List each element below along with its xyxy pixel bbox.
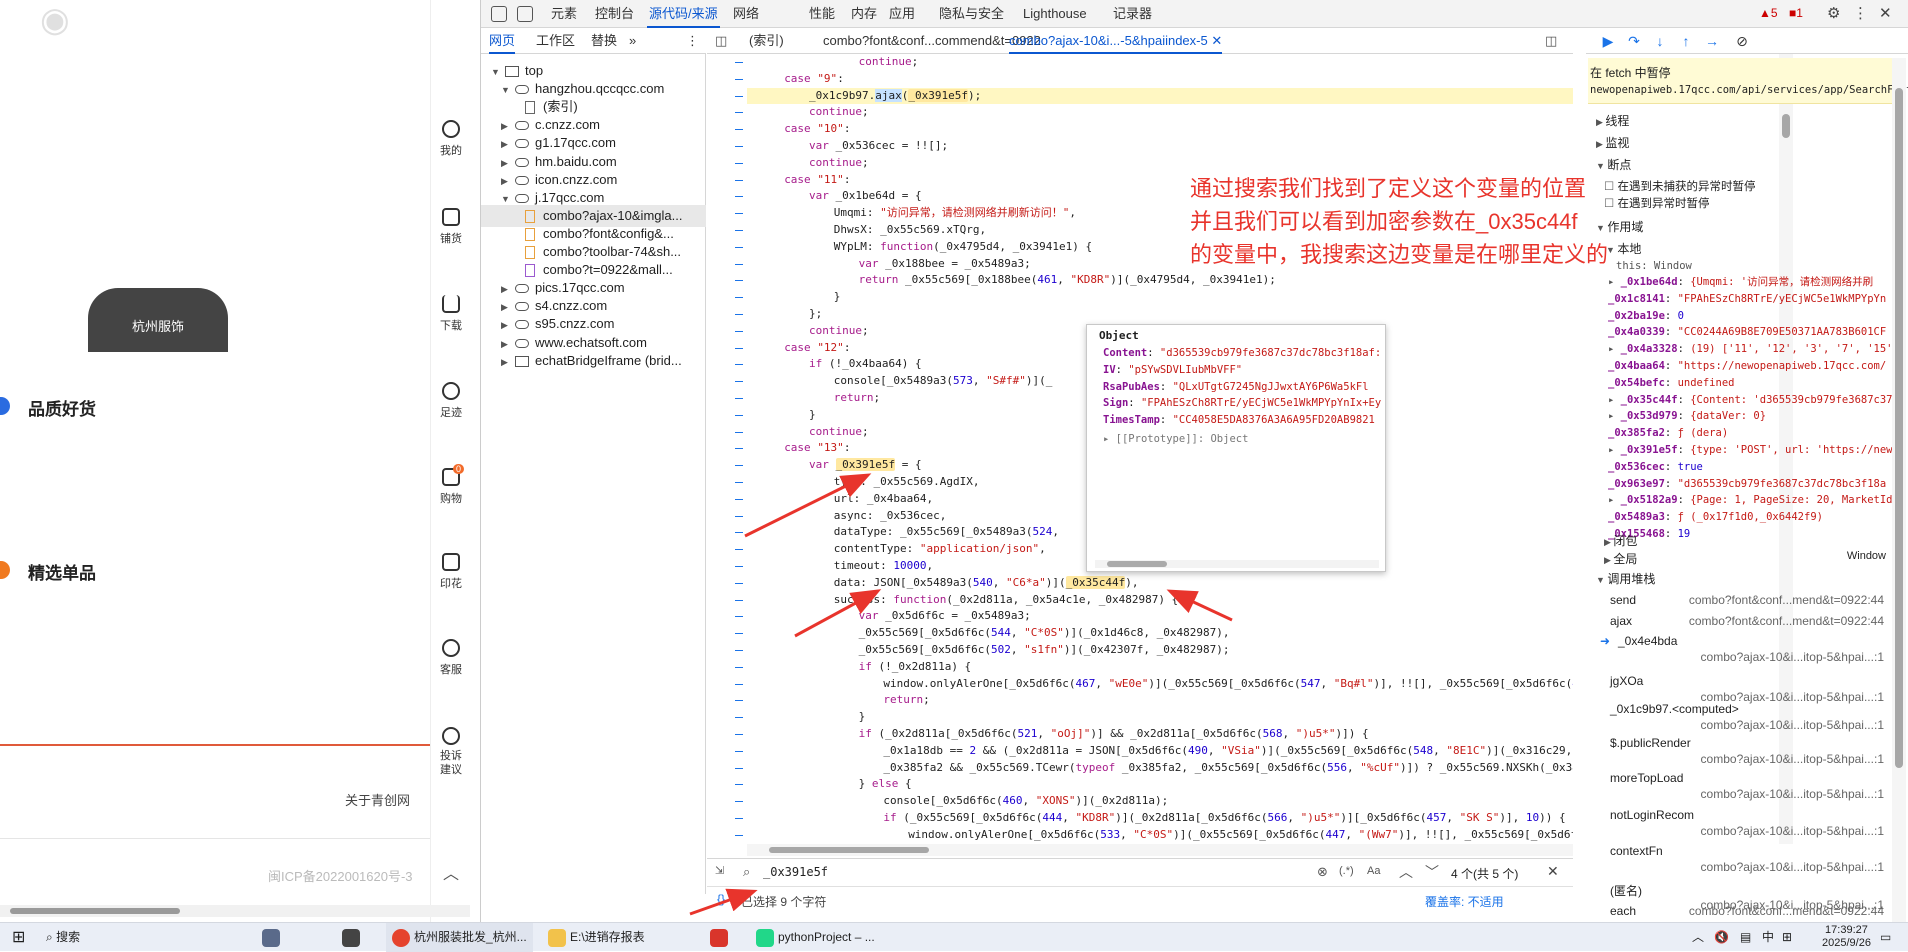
volume-icon[interactable]: 🔇	[1714, 923, 1729, 952]
taskbar-folder[interactable]: E:\进销存报表	[548, 923, 645, 952]
taskbar-search[interactable]: ⌕ 搜索	[46, 923, 80, 952]
tray-expand-icon[interactable]: ︿	[1692, 923, 1704, 952]
calculator-icon[interactable]	[342, 923, 364, 952]
bird-widget-icon[interactable]	[262, 923, 284, 952]
taskbar-chrome-label: 杭州服装批发_杭州...	[414, 930, 527, 944]
arrow	[794, 589, 882, 638]
network-icon[interactable]: ▤	[1740, 923, 1751, 952]
arrow	[689, 888, 758, 916]
annotation-arrows	[689, 473, 1233, 916]
chrome-icon	[392, 928, 410, 947]
grid-icon[interactable]: ⊞	[1782, 923, 1792, 952]
taskbar-search-label: 搜索	[56, 930, 81, 944]
arrow	[1166, 589, 1233, 622]
pycharm-icon	[756, 928, 774, 947]
search-icon: ⌕	[46, 930, 53, 944]
windows-start-icon[interactable]: ⊞	[12, 923, 25, 952]
taskbar: ⊞ ⌕ 搜索 杭州服装批发_杭州... E:\进销存报表 pythonProje…	[0, 922, 1908, 952]
notification-icon[interactable]: ▭	[1880, 923, 1891, 952]
clock-date: 2025/9/26	[1822, 937, 1871, 949]
clock-time: 17:39:27	[1825, 924, 1868, 936]
clock[interactable]: 17:39:27 2025/9/26	[1822, 924, 1871, 950]
taskbar-chrome[interactable]: 杭州服装批发_杭州...	[386, 923, 533, 952]
arrow	[744, 473, 872, 538]
wps-icon[interactable]	[710, 923, 732, 952]
taskbar-pycharm-label: pythonProject – ...	[778, 930, 875, 944]
ime-indicator[interactable]: 中	[1762, 923, 1774, 952]
taskbar-folder-label: E:\进销存报表	[570, 930, 645, 944]
folder-icon	[548, 928, 566, 947]
taskbar-pycharm[interactable]: pythonProject – ...	[756, 923, 875, 952]
